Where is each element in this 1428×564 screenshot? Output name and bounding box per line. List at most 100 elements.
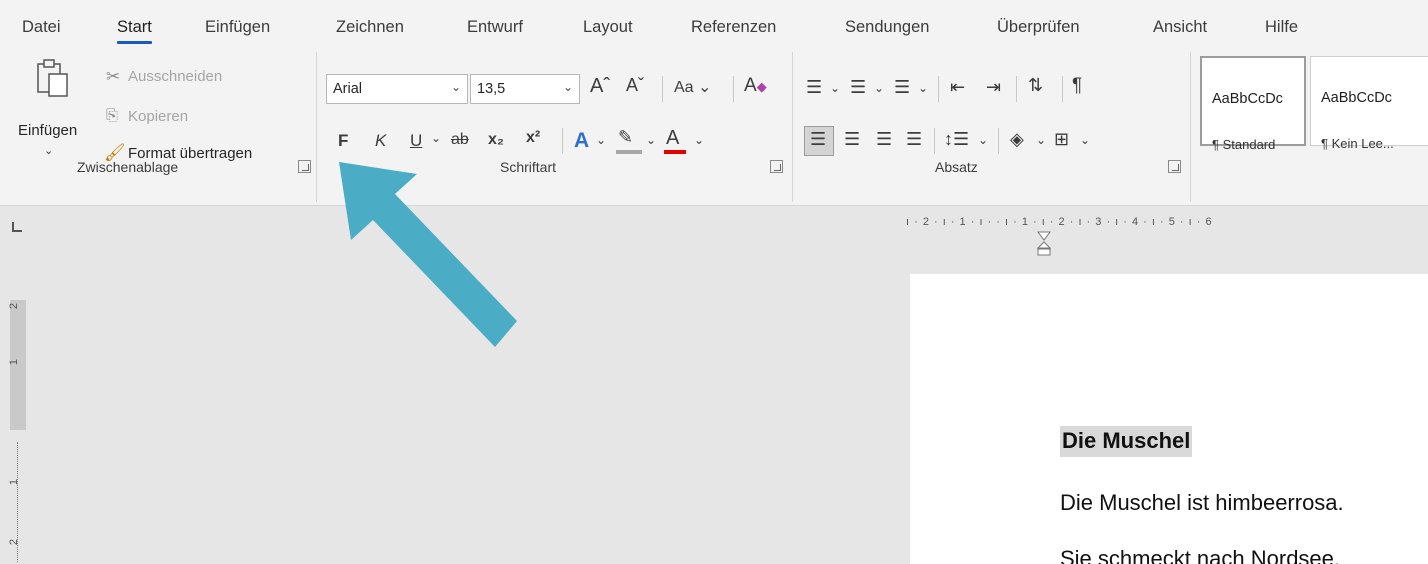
style-name: ¶ Kein Lee... bbox=[1321, 136, 1394, 151]
tab-ansicht[interactable]: Ansicht bbox=[1153, 18, 1207, 37]
shrink-font-icon[interactable]: Aˇ bbox=[626, 76, 644, 94]
style-preview: AaBbCcDc bbox=[1321, 90, 1392, 106]
align-left-icon: ☰ bbox=[810, 129, 827, 149]
multilevel-list-icon[interactable]: ☰ bbox=[894, 78, 910, 96]
tab-selector-icon[interactable] bbox=[12, 222, 22, 232]
tab-start[interactable]: Start bbox=[117, 18, 152, 44]
indent-marker-icon[interactable] bbox=[1036, 230, 1052, 256]
document-heading[interactable]: Die Muschel bbox=[1060, 426, 1193, 457]
paste-icon[interactable] bbox=[36, 58, 70, 98]
sort-icon[interactable]: ⇅ bbox=[1028, 76, 1043, 94]
underline-button[interactable]: U bbox=[410, 132, 422, 149]
numbering-icon[interactable]: ☰ bbox=[850, 78, 866, 96]
decrease-indent-icon[interactable]: ⇤ bbox=[950, 78, 965, 96]
chevron-down-icon[interactable]: ⌄ bbox=[918, 82, 928, 94]
clipboard-dialog-launcher-icon[interactable] bbox=[298, 160, 311, 173]
group-separator bbox=[316, 52, 317, 202]
highlight-color-swatch bbox=[616, 150, 642, 154]
copy-icon: ⎘ bbox=[106, 107, 119, 124]
chevron-down-icon[interactable]: ⌄ bbox=[646, 134, 656, 146]
chevron-down-icon[interactable]: ⌄ bbox=[830, 82, 840, 94]
separator bbox=[1062, 76, 1063, 102]
tab-layout[interactable]: Layout bbox=[583, 18, 633, 37]
document-page[interactable]: Die Muschel Die Muschel ist himbeerrosa.… bbox=[910, 274, 1428, 564]
ruler-ticks bbox=[17, 442, 19, 562]
text-effects-icon[interactable]: A bbox=[574, 130, 589, 151]
separator bbox=[934, 128, 935, 154]
bullets-icon[interactable]: ☰ bbox=[806, 78, 822, 96]
font-color-swatch bbox=[664, 150, 686, 154]
superscript-button[interactable]: x² bbox=[526, 130, 540, 146]
tab-referenzen[interactable]: Referenzen bbox=[691, 18, 776, 37]
chevron-down-icon[interactable]: ⌄ bbox=[431, 132, 441, 144]
document-paragraph[interactable]: Die Muschel ist himbeerrosa. bbox=[1060, 490, 1344, 516]
align-right-icon[interactable]: ☰ bbox=[876, 130, 892, 148]
ribbon: Einfügen ⌄ ✂ Ausschneiden ⎘ Kopieren 🖌 F… bbox=[0, 46, 1428, 206]
grow-font-icon[interactable]: Aˆ bbox=[590, 76, 610, 96]
paragraph-group-label: Absatz bbox=[935, 159, 978, 175]
font-name-value: Arial bbox=[333, 81, 363, 97]
chevron-down-icon: ⌄ bbox=[562, 80, 573, 94]
horizontal-ruler[interactable]: ı · 2 · ı · 1 · ı · · ı · 1 · ı · 2 · ı … bbox=[906, 216, 1428, 240]
style-standard[interactable]: AaBbCcDc ¶ Standard bbox=[1200, 56, 1306, 152]
tab-einfuegen[interactable]: Einfügen bbox=[205, 18, 270, 37]
borders-icon[interactable]: ⊞ bbox=[1054, 130, 1069, 148]
chevron-down-icon[interactable]: ⌄ bbox=[874, 82, 884, 94]
font-dialog-launcher-icon[interactable] bbox=[770, 160, 783, 173]
chevron-down-icon[interactable]: ⌄ bbox=[694, 134, 704, 146]
separator bbox=[662, 76, 663, 102]
tab-datei[interactable]: Datei bbox=[22, 18, 61, 37]
align-center-icon[interactable]: ☰ bbox=[844, 130, 860, 148]
style-kein-leerraum[interactable]: AaBbCcDc ¶ Kein Lee... bbox=[1310, 56, 1428, 151]
ruler-scale: ı · 2 · ı · 1 · ı · · ı · 1 · ı · 2 · ı … bbox=[906, 216, 1213, 228]
line-spacing-icon[interactable]: ↕☰ bbox=[944, 130, 969, 148]
clear-formatting-icon[interactable]: A◆ bbox=[744, 76, 767, 95]
group-separator bbox=[1190, 52, 1191, 202]
subscript-button[interactable]: x₂ bbox=[488, 132, 504, 148]
separator bbox=[938, 76, 939, 102]
document-paragraph[interactable]: Sie schmeckt nach Nordsee. bbox=[1060, 546, 1340, 564]
separator bbox=[998, 128, 999, 154]
copy-button[interactable]: Kopieren bbox=[128, 108, 188, 125]
chevron-down-icon[interactable]: ⌄ bbox=[978, 134, 988, 146]
justify-icon[interactable]: ☰ bbox=[906, 130, 922, 148]
vertical-ruler[interactable]: 2 1 1 2 bbox=[4, 270, 32, 564]
chevron-down-icon: ⌄ bbox=[450, 80, 461, 94]
clipboard-group-label: Zwischenablage bbox=[77, 159, 179, 175]
style-preview: AaBbCcDc bbox=[1212, 91, 1283, 107]
increase-indent-icon[interactable]: ⇥ bbox=[986, 78, 1001, 96]
ribbon-tab-bar: Datei Start Einfügen Zeichnen Entwurf La… bbox=[0, 0, 1428, 46]
paragraph-dialog-launcher-icon[interactable] bbox=[1168, 160, 1181, 173]
chevron-down-icon[interactable]: ⌄ bbox=[1036, 134, 1046, 146]
bold-button[interactable]: F bbox=[338, 132, 348, 149]
strikethrough-button[interactable]: ab bbox=[451, 132, 469, 148]
separator bbox=[562, 128, 563, 154]
change-case-button[interactable]: Aa ⌄ bbox=[674, 80, 711, 96]
font-color-icon[interactable]: A bbox=[666, 128, 679, 148]
paste-button[interactable]: Einfügen bbox=[18, 122, 77, 139]
tab-ueberpruefen[interactable]: Überprüfen bbox=[997, 18, 1080, 37]
pilcrow-icon[interactable]: ¶ bbox=[1072, 76, 1082, 95]
tab-sendungen[interactable]: Sendungen bbox=[845, 18, 929, 37]
chevron-down-icon[interactable]: ⌄ bbox=[44, 146, 53, 157]
group-separator bbox=[792, 52, 793, 202]
tab-zeichnen[interactable]: Zeichnen bbox=[336, 18, 404, 37]
font-size-value: 13,5 bbox=[477, 81, 506, 97]
cut-button[interactable]: Ausschneiden bbox=[128, 68, 222, 85]
style-name: ¶ Standard bbox=[1212, 137, 1276, 152]
change-case-label: Aa bbox=[674, 79, 694, 96]
separator bbox=[733, 76, 734, 102]
tab-hilfe[interactable]: Hilfe bbox=[1265, 18, 1298, 37]
highlight-icon[interactable]: ✎ bbox=[618, 128, 633, 146]
font-size-combo[interactable]: 13,5 ⌄ bbox=[470, 74, 580, 104]
ruler-number: 2 bbox=[8, 302, 21, 310]
font-name-combo[interactable]: Arial ⌄ bbox=[326, 74, 468, 104]
chevron-down-icon[interactable]: ⌄ bbox=[1080, 134, 1090, 146]
scissors-icon: ✂ bbox=[106, 67, 121, 86]
ruler-number: 1 bbox=[8, 358, 21, 366]
italic-button[interactable]: K bbox=[375, 132, 386, 149]
shading-icon[interactable]: ◈ bbox=[1010, 130, 1024, 148]
separator bbox=[1016, 76, 1017, 102]
chevron-down-icon[interactable]: ⌄ bbox=[596, 134, 606, 146]
tab-entwurf[interactable]: Entwurf bbox=[467, 18, 523, 37]
